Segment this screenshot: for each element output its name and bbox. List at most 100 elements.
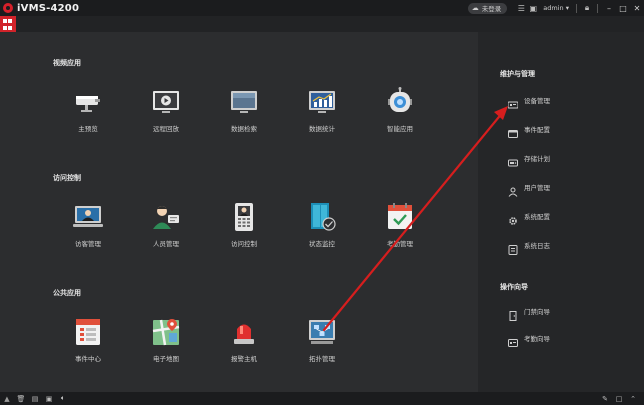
app-event-center[interactable]: 事件中心 xyxy=(58,317,118,363)
app-label: 主预览 xyxy=(78,125,98,133)
sidebar-label: 设备管理 xyxy=(524,97,550,105)
sidebar-item-system-log[interactable]: 系统日志 xyxy=(508,238,550,255)
app-label: 电子地图 xyxy=(153,355,179,363)
door-status-icon xyxy=(307,202,337,232)
grid-icon xyxy=(3,19,7,23)
event-config-icon xyxy=(508,124,518,138)
device-icon xyxy=(507,95,519,109)
app-title: iVMS-4200 xyxy=(17,2,80,14)
list-icon[interactable]: ☰ xyxy=(515,4,527,13)
app-access-control[interactable]: 访问控制 xyxy=(214,202,274,248)
chevron-up-icon[interactable]: ⌃ xyxy=(626,395,640,403)
speaker-icon[interactable]: 🔈︎ xyxy=(56,394,70,403)
sidebar-title-maintenance: 维护与管理 xyxy=(500,70,535,78)
tab-strip xyxy=(0,16,644,32)
app-topology-management[interactable]: 拓扑管理 xyxy=(292,317,352,363)
app-status-monitor[interactable]: 状态监控 xyxy=(292,202,352,248)
fullscreen-icon[interactable]: □ xyxy=(612,395,626,403)
sidebar-title-guide: 操作向导 xyxy=(500,283,528,291)
sidebar-label: 门禁向导 xyxy=(524,308,550,316)
camera-icon xyxy=(73,87,103,117)
maximize-button[interactable]: □ xyxy=(616,4,630,13)
app-emap[interactable]: 电子地图 xyxy=(136,317,196,363)
app-main-preview[interactable]: 主预览 xyxy=(58,87,118,133)
cloud-icon: ☁ xyxy=(471,4,479,12)
app-remote-playback[interactable]: 远程回放 xyxy=(136,87,196,133)
app-label: 访问控制 xyxy=(231,240,257,248)
monitor-icon xyxy=(229,87,259,117)
divider xyxy=(576,3,577,13)
sidebar-label: 系统配置 xyxy=(524,213,550,221)
warning-icon[interactable]: ▲ xyxy=(0,395,14,403)
sidebar-label: 考勤向导 xyxy=(524,335,550,343)
right-sidebar: 维护与管理 设备管理 事件配置 存储计划 用户管理 系统配置 系统日志 操作向导… xyxy=(478,32,644,392)
app-alarm-host[interactable]: 报警主机 xyxy=(214,317,274,363)
sidebar-label: 系统日志 xyxy=(524,242,550,250)
app-data-search[interactable]: 数据检索 xyxy=(214,87,274,133)
app-attendance-management[interactable]: 考勤管理 xyxy=(370,202,430,248)
app-label: 拓扑管理 xyxy=(309,355,335,363)
status-bar-right: ✎ □ ⌃ xyxy=(598,392,640,405)
gear-icon xyxy=(508,211,518,225)
trash-icon[interactable]: 🗑︎ xyxy=(14,395,28,403)
app-label: 考勤管理 xyxy=(387,240,413,248)
sidebar-item-door-guide[interactable]: 门禁向导 xyxy=(508,304,550,321)
sidebar-item-system-config[interactable]: 系统配置 xyxy=(508,209,550,225)
title-bar-controls: ☁ 未登录 ☰ ▣ admin ▾ 🔒︎ – □ ✕ xyxy=(467,0,644,16)
user-menu[interactable]: admin ▾ xyxy=(543,4,569,12)
login-status-button[interactable]: ☁ 未登录 xyxy=(467,2,508,14)
main-panel: 视频应用 主预览 远程回放 数据检索 数据统计 智能应用 访问控制 访客管理 人… xyxy=(0,32,478,392)
person-card-icon xyxy=(151,202,181,232)
divider xyxy=(597,3,598,13)
playback-icon xyxy=(151,87,181,117)
section-title-public: 公共应用 xyxy=(53,289,81,297)
status-bar: ▲ 🗑︎ ▤ ▣ 🔈︎ ✎ □ ⌃ xyxy=(0,392,644,405)
sidebar-item-user-management[interactable]: 用户管理 xyxy=(508,180,550,197)
sidebar-item-device-management[interactable]: 设备管理 xyxy=(507,93,550,109)
user-icon xyxy=(508,182,518,197)
title-bar: iVMS-4200 ☁ 未登录 ☰ ▣ admin ▾ 🔒︎ – □ ✕ xyxy=(0,0,644,16)
user-name: admin xyxy=(543,4,564,12)
topology-icon xyxy=(307,317,337,347)
app-label: 报警主机 xyxy=(231,355,257,363)
home-tab[interactable] xyxy=(0,16,16,32)
minimize-button[interactable]: – xyxy=(602,4,616,13)
app-label: 数据统计 xyxy=(309,125,335,133)
app-person-management[interactable]: 人员管理 xyxy=(136,202,196,248)
sidebar-item-event-config[interactable]: 事件配置 xyxy=(508,122,550,138)
calendar-check-icon xyxy=(385,202,415,232)
lock-icon[interactable]: 🔒︎ xyxy=(581,3,593,13)
app-label: 状态监控 xyxy=(309,240,335,248)
pin-icon[interactable]: ✎ xyxy=(598,395,612,403)
map-icon xyxy=(151,317,181,347)
door-guide-icon xyxy=(508,306,518,321)
close-button[interactable]: ✕ xyxy=(630,4,644,13)
sidebar-label: 存储计划 xyxy=(524,155,550,163)
app-label: 事件中心 xyxy=(75,355,101,363)
app-label: 数据检索 xyxy=(231,125,257,133)
visitor-icon xyxy=(73,202,103,232)
app-label: 人员管理 xyxy=(153,240,179,248)
app-logo-icon xyxy=(3,3,13,13)
section-title-video: 视频应用 xyxy=(53,59,81,67)
app-smart-application[interactable]: 智能应用 xyxy=(370,87,430,133)
login-status-label: 未登录 xyxy=(481,5,502,13)
bar-chart-icon xyxy=(307,87,337,117)
app-visitor-management[interactable]: 访客管理 xyxy=(58,202,118,248)
chevron-down-icon: ▾ xyxy=(565,4,569,12)
alarm-light-icon xyxy=(229,317,259,347)
sidebar-label: 用户管理 xyxy=(524,184,550,192)
app-data-statistics[interactable]: 数据统计 xyxy=(292,87,352,133)
robot-icon xyxy=(385,87,415,117)
app-label: 访客管理 xyxy=(75,240,101,248)
image-icon[interactable]: ▣ xyxy=(527,4,539,13)
app-label: 远程回放 xyxy=(153,125,179,133)
grid-view-icon[interactable]: ▤ xyxy=(28,395,42,403)
sidebar-label: 事件配置 xyxy=(524,126,550,134)
sidebar-item-attendance-guide[interactable]: 考勤向导 xyxy=(508,331,550,347)
sidebar-item-storage-schedule[interactable]: 存储计划 xyxy=(508,151,550,167)
log-icon xyxy=(508,240,518,255)
attendance-guide-icon xyxy=(508,333,518,347)
image-icon[interactable]: ▣ xyxy=(42,395,56,403)
access-terminal-icon xyxy=(229,202,259,232)
